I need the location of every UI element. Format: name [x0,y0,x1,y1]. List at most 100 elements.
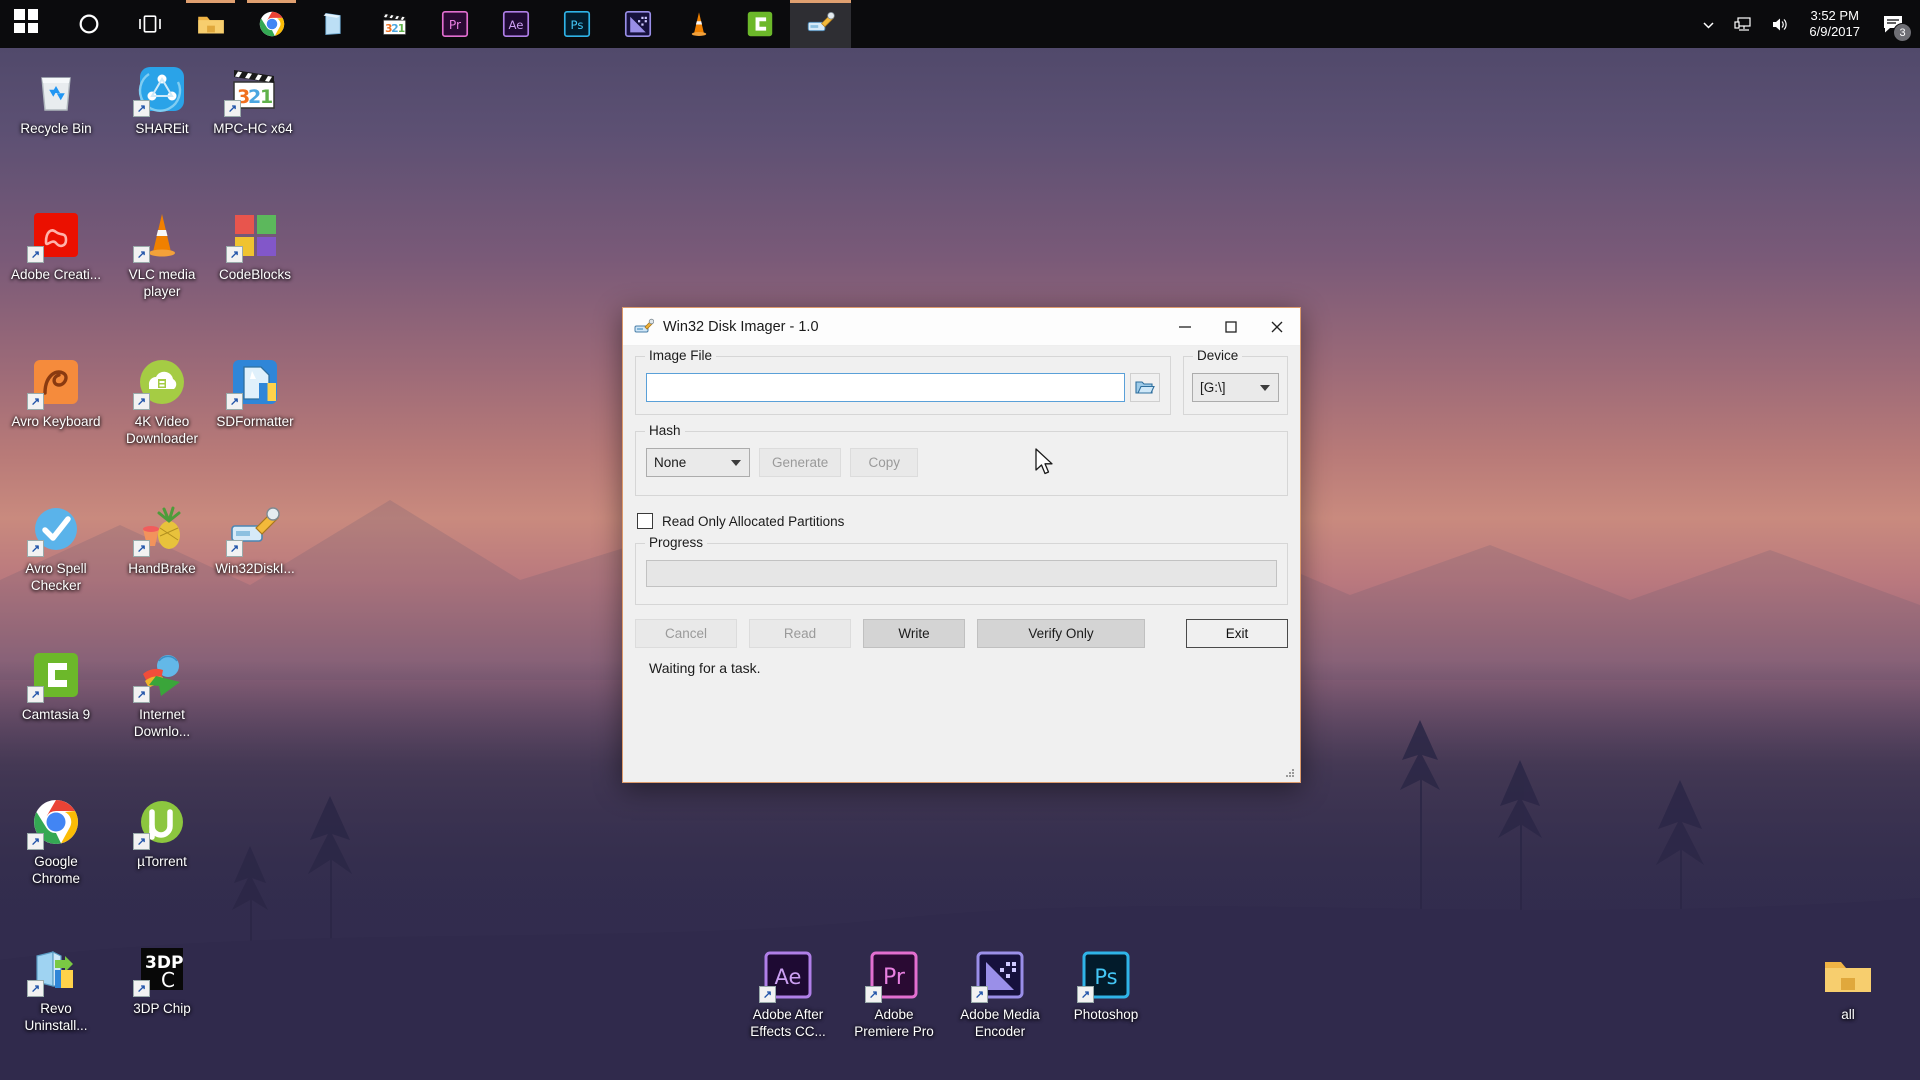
desktop-icon-adobe-after-effects[interactable]: Ae Adobe After Effects CC... [740,948,836,1041]
desktop-icon-avro-keyboard[interactable]: Avro Keyboard [8,355,104,431]
clock[interactable]: 3:52 PM 6/9/2017 [1799,8,1870,41]
chrome-button[interactable] [241,0,302,48]
action-center-button[interactable]: 3 [1870,0,1916,48]
desktop-icon-all-folder[interactable]: all [1800,948,1896,1024]
win32diskimager-button[interactable] [790,0,851,48]
shortcut-overlay-icon [133,686,150,703]
desktop-icon-vlc-media-player[interactable]: VLC media player [114,208,210,301]
shortcut-overlay-icon [226,540,243,557]
blue-app-button[interactable] [302,0,363,48]
cortana-button[interactable] [58,0,119,48]
minimize-button[interactable] [1162,308,1208,346]
read-button[interactable]: Read [749,619,851,648]
media-encoder-button[interactable] [607,0,668,48]
desktop-icon-3dp-chip[interactable]: 3DP C 3DP Chip [114,942,210,1018]
desktop-icon-label: Avro Spell Checker [25,561,87,593]
desktop-icon-utorrent[interactable]: µTorrent [114,795,210,871]
desktop-icon-revo-uninstaller[interactable]: Revo Uninstall... [8,942,104,1035]
read-only-allocated-partitions-checkbox[interactable] [637,513,653,529]
desktop-icon-photoshop[interactable]: Ps Photoshop [1058,948,1154,1024]
cancel-button[interactable]: Cancel [635,619,737,648]
taskbar[interactable]: 3 2 1 Pr Ae Ps 3:52 PM 6/9/2017 3 [0,0,1920,48]
desktop-icon-label: Recycle Bin [20,121,92,136]
media-encoder-icon [623,9,653,39]
window-controls [1162,308,1300,346]
desktop-icon-avro-spell-checker[interactable]: Avro Spell Checker [8,502,104,595]
desktop-icon-internet-download-manager[interactable]: Internet Downlo... [114,648,210,741]
desktop-icon-google-chrome[interactable]: Google Chrome [8,795,104,888]
browse-folder-button[interactable] [1130,373,1160,402]
folder-icon [1821,948,1875,1002]
win32-disk-imager-window[interactable]: Win32 Disk Imager - 1.0 Image File Devic… [622,307,1301,783]
desktop-icon-4k-video-downloader[interactable]: 4K Video Downloader [114,355,210,448]
desktop-icon-sdformatter[interactable]: SDFormatter [207,355,303,431]
desktop-icon-handbrake[interactable]: HandBrake [114,502,210,578]
desktop-icon-win32diskimager[interactable]: Win32DiskI... [207,502,303,578]
checkmark-circle-icon [27,502,83,557]
taskbar-items: 3 2 1 Pr Ae Ps [0,0,851,48]
desktop-icon-label: CodeBlocks [218,267,292,282]
title-bar[interactable]: Win32 Disk Imager - 1.0 [623,308,1300,346]
desktop-icon-mpc-hc-x64[interactable]: 3 2 1 MPC-HC x64 [205,62,301,138]
disk-imager-icon [806,9,836,39]
file-explorer-button[interactable] [180,0,241,48]
read-only-allocated-partitions-row[interactable]: Read Only Allocated Partitions [637,513,1288,529]
desktop-icon-label: Adobe Media Encoder [960,1007,1040,1039]
shortcut-overlay-icon [27,833,44,850]
verify-only-button[interactable]: Verify Only [977,619,1145,648]
desktop-icon-label: Revo Uninstall... [24,1001,88,1033]
recycle-bin-icon [29,62,83,116]
desktop-icon-shareit[interactable]: SHAREit [114,62,210,138]
resize-grip[interactable] [1284,767,1296,779]
after-effects-button[interactable]: Ae [485,0,546,48]
task-view-button[interactable] [119,0,180,48]
progress-legend: Progress [645,535,708,550]
photoshop-button[interactable]: Ps [546,0,607,48]
desktop-icon-recycle-bin[interactable]: Recycle Bin [8,62,104,138]
device-select[interactable]: [G:\] [1192,373,1279,402]
photoshop-ps-icon: Ps [562,9,592,39]
desktop-icon-camtasia-9[interactable]: Camtasia 9 [8,648,104,724]
after-effects-ae-icon: Ae [759,948,815,1003]
network-icon[interactable] [1725,0,1762,48]
idm-globe-icon [133,648,189,703]
volume-icon[interactable] [1762,0,1799,48]
shortcut-overlay-icon [27,686,44,703]
desktop-icon-label: Avro Keyboard [11,414,101,429]
show-hidden-icons-button[interactable] [1692,0,1725,48]
desktop-icon-adobe-premiere-pro[interactable]: Pr Adobe Premiere Pro [846,948,942,1041]
copy-hash-button[interactable]: Copy [850,448,919,477]
desktop-icon-codeblocks[interactable]: CodeBlocks [207,208,303,284]
svg-text:Pr: Pr [883,965,906,990]
desktop-icon-adobe-media-encoder[interactable]: Adobe Media Encoder [952,948,1048,1041]
device-group: Device [G:\] [1183,348,1288,415]
exit-button[interactable]: Exit [1186,619,1288,648]
shortcut-overlay-icon [133,833,150,850]
generate-hash-button[interactable]: Generate [759,448,842,477]
vlc-button[interactable] [668,0,729,48]
desktop[interactable]: Recycle Bin SHAREit 3 2 1 MPC-HC x64 Adob… [0,0,1920,1080]
blue-page-icon [318,9,348,39]
hash-algorithm-select[interactable]: None [646,448,750,477]
premiere-button[interactable]: Pr [424,0,485,48]
maximize-button[interactable] [1208,308,1254,346]
shortcut-overlay-icon [27,980,44,997]
camtasia-button[interactable] [729,0,790,48]
vlc-cone-icon [133,208,189,263]
mpc-hc-button[interactable]: 3 2 1 [363,0,424,48]
desktop-icon-label: Camtasia 9 [21,707,91,722]
shortcut-overlay-icon [1077,986,1094,1003]
shortcut-overlay-icon [133,246,150,263]
cloud-download-icon [133,355,189,410]
disk-imager-icon [634,317,655,337]
close-button[interactable] [1254,308,1300,346]
image-file-input[interactable] [646,373,1125,402]
folder-icon [196,9,226,39]
write-button[interactable]: Write [863,619,965,648]
mouse-cursor [1035,448,1053,475]
shortcut-overlay-icon [865,986,882,1003]
system-tray: 3:52 PM 6/9/2017 3 [1692,0,1920,48]
image-file-legend: Image File [645,348,717,363]
desktop-icon-adobe-creative[interactable]: Adobe Creati... [8,208,104,284]
start-button[interactable] [0,0,58,48]
